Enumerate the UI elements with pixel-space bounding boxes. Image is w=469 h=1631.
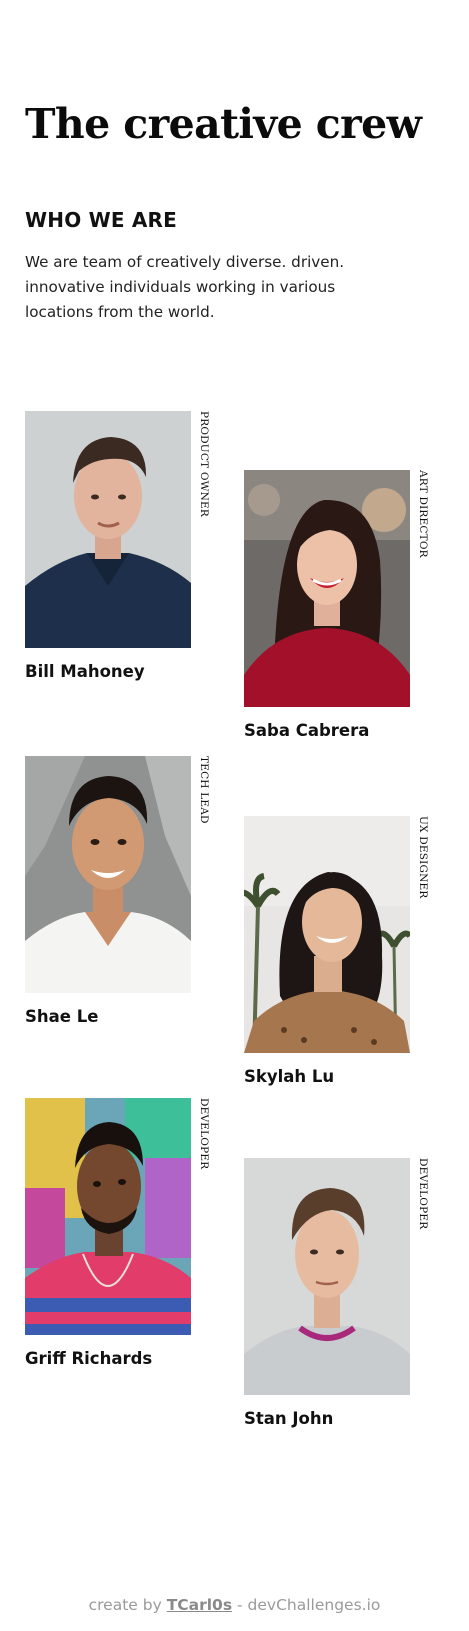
member-name: Shae Le (25, 1007, 99, 1026)
member-name: Saba Cabrera (244, 721, 370, 740)
author-link[interactable]: TCarl0s (167, 1596, 232, 1614)
member-name: Skylah Lu (244, 1067, 335, 1086)
portrait-photo (244, 816, 410, 1053)
role-label: PRODUCT OWNER (198, 411, 210, 517)
role-label: UX DESIGNER (417, 816, 429, 899)
footer: create by TCarl0s - devChallenges.io (0, 1596, 469, 1614)
member-name: Stan John (244, 1409, 334, 1428)
portrait-photo (25, 1098, 191, 1335)
footer-prefix: create by (88, 1596, 162, 1614)
portrait-photo (25, 411, 191, 648)
role-label: DEVELOPER (198, 1098, 210, 1170)
section-heading: WHO WE ARE (25, 208, 177, 232)
role-label: DEVELOPER (417, 1158, 429, 1230)
portrait-photo (25, 756, 191, 993)
member-name: Bill Mahoney (25, 662, 145, 681)
member-name: Griff Richards (25, 1349, 153, 1368)
portrait-photo (244, 470, 410, 707)
footer-suffix: - devChallenges.io (237, 1596, 381, 1614)
role-label: ART DIRECTOR (417, 470, 429, 558)
page-title: The creative crew (25, 100, 422, 148)
portrait-photo (244, 1158, 410, 1395)
intro-text: We are team of creatively diverse. drive… (25, 253, 345, 321)
role-label: TECH LEAD (198, 756, 210, 824)
